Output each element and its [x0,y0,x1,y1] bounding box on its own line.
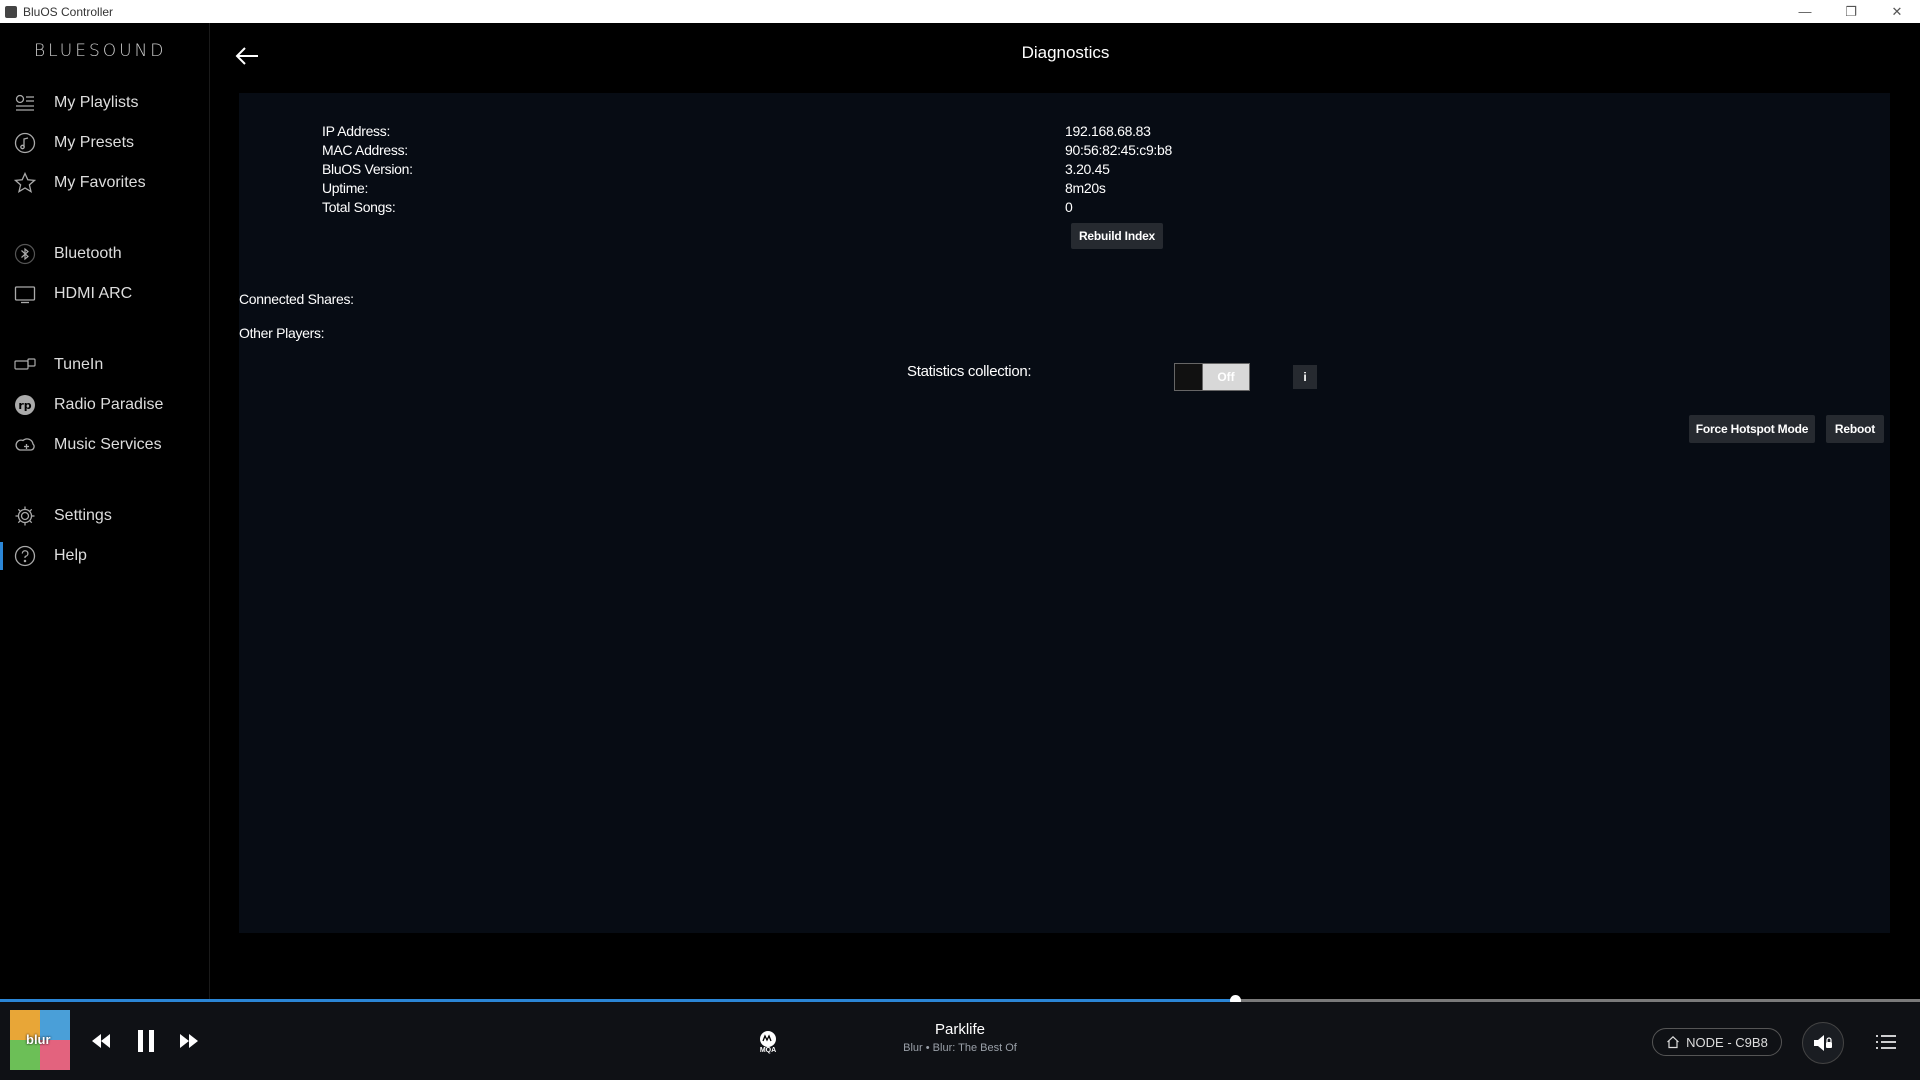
radio-paradise-icon: rp [14,394,36,416]
list-icon [1876,1035,1896,1049]
sidebar-item-tunein[interactable]: TuneIn [0,347,210,383]
sidebar-item-label: Settings [54,507,112,524]
tunein-icon [14,354,36,376]
svg-text:rp: rp [18,399,31,412]
bluos-version-value: 3.20.45 [1065,161,1110,177]
album-art[interactable]: blur [10,1010,70,1070]
next-button[interactable] [174,1026,204,1056]
music-services-icon [14,434,36,456]
page-title: Diagnostics [1021,43,1110,62]
other-players-label: Other Players: [239,325,325,341]
ip-address-value: 192.168.68.83 [1065,123,1151,139]
volume-icon [1814,1035,1832,1051]
diagnostics-panel: IP Address: 192.168.68.83 MAC Address: 9… [239,93,1890,933]
statistics-info-button[interactable]: i [1293,365,1317,389]
sidebar-item-label: Radio Paradise [54,396,164,413]
restore-button[interactable]: ❐ [1828,0,1874,23]
gear-icon [14,505,36,527]
bluos-version-label: BluOS Version: [322,161,413,177]
force-hotspot-button[interactable]: Force Hotspot Mode [1689,415,1815,443]
player-bar: blur MQA Parklife Blur • Blur: The Best … [0,1002,1920,1080]
sidebar-item-label: My Presets [54,134,135,151]
sidebar-item-music-services[interactable]: Music Services [0,427,210,463]
device-selector[interactable]: NODE - C9B8 [1652,1028,1782,1056]
mac-address-value: 90:56:82:45:c9:b8 [1065,142,1172,158]
rewind-icon [92,1034,110,1048]
sidebar-item-my-presets[interactable]: My Presets [0,125,210,161]
pause-button[interactable] [131,1026,161,1056]
sidebar-item-hdmi-arc[interactable]: HDMI ARC [0,276,210,312]
sidebar-item-help[interactable]: Help [0,538,210,574]
sidebar-item-my-favorites[interactable]: My Favorites [0,165,210,201]
window-titlebar: BluOS Controller — ❐ ✕ [0,0,1920,23]
home-icon [1667,1035,1680,1049]
minimize-button[interactable]: — [1782,0,1828,23]
ip-address-label: IP Address: [322,123,391,139]
sidebar-item-label: Bluetooth [54,245,122,262]
total-songs-value: 0 [1065,199,1073,215]
sidebar-item-label: My Playlists [54,94,139,111]
sidebar: BLUESOUND My Playlists My Presets My Fav… [0,23,210,999]
page-header: Diagnostics [211,23,1920,93]
preset-icon [14,132,36,154]
toggle-state: Off [1203,364,1249,390]
help-icon [14,545,36,567]
sidebar-item-label: My Favorites [54,174,146,191]
sidebar-item-bluetooth[interactable]: Bluetooth [0,236,210,272]
reboot-button[interactable]: Reboot [1826,415,1884,443]
star-icon [14,172,36,194]
statistics-collection-label: Statistics collection: [907,363,1032,380]
device-name: NODE - C9B8 [1686,1034,1768,1050]
previous-button[interactable] [86,1026,116,1056]
volume-button[interactable] [1802,1022,1844,1064]
pause-icon [138,1030,154,1052]
uptime-label: Uptime: [322,180,369,196]
toggle-knob [1175,364,1203,390]
bluesound-logo: BLUESOUND [34,41,167,61]
sidebar-item-label: Music Services [54,436,162,453]
bluetooth-icon [14,243,36,265]
album-art-text: blur [26,1032,51,1047]
tv-icon [14,283,36,305]
total-songs-label: Total Songs: [322,199,396,215]
mac-address-label: MAC Address: [322,142,408,158]
track-subtitle: Blur • Blur: The Best Of [903,1042,1017,1054]
sidebar-item-label: HDMI ARC [54,285,133,302]
queue-button[interactable] [1872,1028,1900,1056]
sidebar-item-radio-paradise[interactable]: rp Radio Paradise [0,387,210,423]
sidebar-item-settings[interactable]: Settings [0,498,210,534]
rebuild-index-button[interactable]: Rebuild Index [1071,223,1163,249]
connected-shares-label: Connected Shares: [239,291,354,307]
statistics-toggle[interactable]: Off [1174,363,1250,391]
sidebar-item-label: TuneIn [54,356,104,373]
sidebar-item-my-playlists[interactable]: My Playlists [0,85,210,121]
uptime-value: 8m20s [1065,180,1106,196]
track-title[interactable]: Parklife [760,1021,1160,1038]
window-title: BluOS Controller [23,4,114,19]
fast-forward-icon [180,1034,198,1048]
app-icon [5,5,17,18]
close-button[interactable]: ✕ [1874,0,1920,23]
window-controls: — ❐ ✕ [1782,0,1920,23]
playlist-icon [14,92,36,114]
sidebar-item-label: Help [54,547,87,564]
